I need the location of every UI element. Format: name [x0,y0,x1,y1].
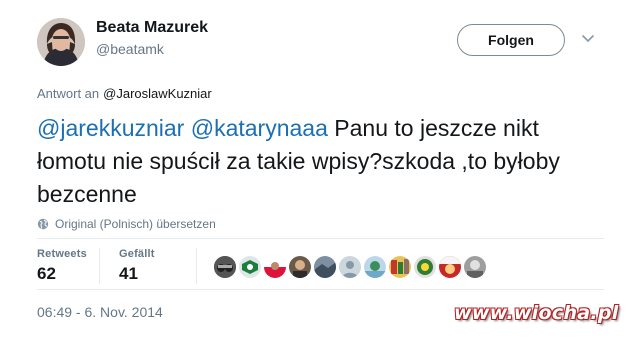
liker-avatar-icon [314,256,336,278]
retweets-stat[interactable]: Retweets 62 [37,248,87,284]
liker-avatar-icon [214,256,236,278]
likers-avatars [214,256,489,278]
default-avatar-icon [339,256,361,278]
user-name[interactable]: Beata Mazurek [96,19,208,37]
user-handle[interactable]: @beatamk [96,41,164,57]
translate-label: Original (Polnisch) übersetzen [55,217,216,231]
divider [196,248,197,284]
liker-avatar-icon [439,256,461,278]
liker-avatar[interactable] [339,256,361,278]
likes-label: Gefällt [119,248,155,260]
divider [99,248,100,284]
liker-avatar-icon [389,256,411,278]
liker-avatar-icon [239,256,261,278]
liker-avatar-icon [264,256,286,278]
watermark: www.wiocha.pl [454,302,619,324]
chevron-down-icon[interactable] [581,34,595,44]
tweet-timestamp[interactable]: 06:49 - 6. Nov. 2014 [37,304,163,320]
reply-context: Antwort an @JaroslawKuzniar [37,86,212,101]
reply-prefix: Antwort an [37,86,100,101]
mention-link[interactable]: @jarekkuzniar [37,115,184,141]
translate-link[interactable]: Original (Polnisch) übersetzen [37,217,216,231]
liker-avatar[interactable] [314,256,336,278]
liker-avatar-icon [414,256,436,278]
retweets-count: 62 [37,264,56,283]
liker-avatar[interactable] [389,256,411,278]
liker-avatar[interactable] [439,256,461,278]
divider [37,238,604,239]
liker-avatar[interactable] [414,256,436,278]
tweet-text: @jarekkuzniar @katarynaaa Panu to jeszcz… [37,112,607,211]
likes-stat[interactable]: Gefällt 41 [119,248,155,284]
avatar[interactable] [37,18,85,66]
liker-avatar[interactable] [214,256,236,278]
liker-avatar-icon [464,256,486,278]
retweets-label: Retweets [37,248,87,260]
liker-avatar-icon [289,256,311,278]
divider [37,289,604,290]
liker-avatar-icon [364,256,386,278]
tweet-card: Beata Mazurek @beatamk Folgen Antwort an… [0,0,638,338]
likes-count: 41 [119,264,138,283]
mention-link[interactable]: @katarynaaa [191,115,328,141]
liker-avatar[interactable] [264,256,286,278]
avatar-portrait-icon [37,18,85,66]
liker-avatar[interactable] [289,256,311,278]
liker-avatar[interactable] [464,256,486,278]
liker-avatar[interactable] [239,256,261,278]
liker-avatar[interactable] [364,256,386,278]
reply-to-link[interactable]: @JaroslawKuzniar [103,86,212,101]
globe-icon [37,218,49,230]
follow-button[interactable]: Folgen [457,24,565,56]
